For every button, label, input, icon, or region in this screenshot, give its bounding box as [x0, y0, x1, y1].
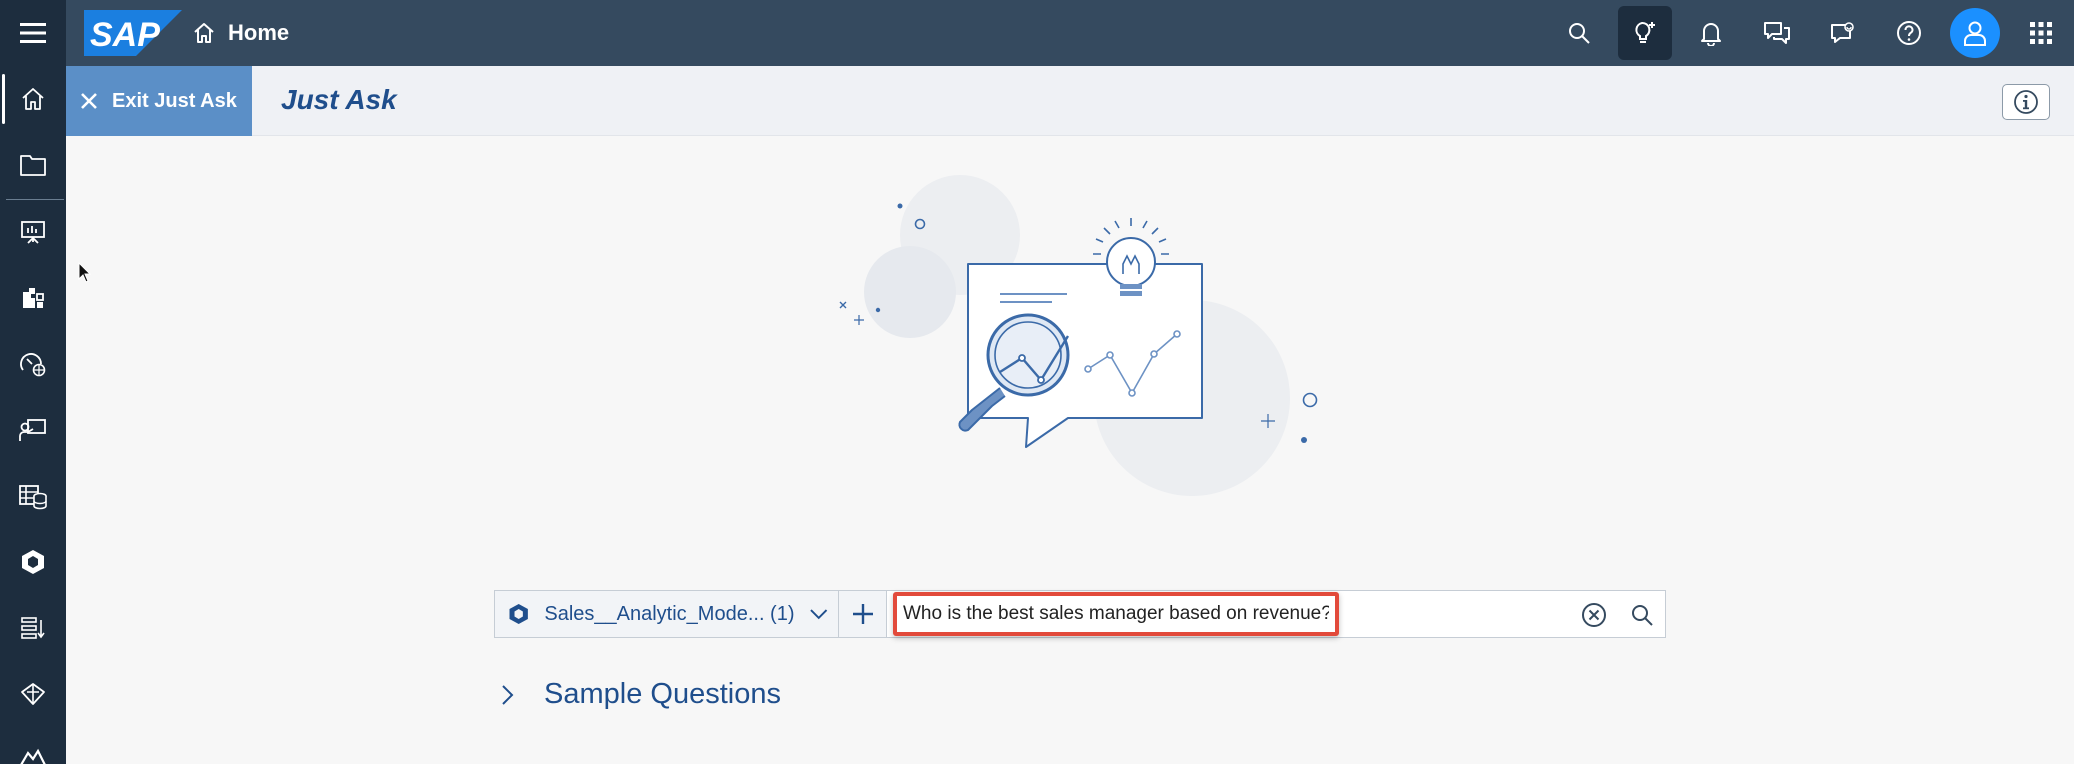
exit-just-ask-label: Exit Just Ask — [112, 89, 237, 112]
notifications-button[interactable] — [1678, 0, 1744, 66]
help-button[interactable] — [1876, 0, 1942, 66]
submit-search-button[interactable] — [1629, 602, 1655, 628]
gauge-globe-icon — [20, 353, 46, 377]
nav-stories[interactable] — [0, 199, 66, 265]
just-ask-button[interactable] — [1618, 6, 1672, 60]
nav-connections[interactable] — [0, 661, 66, 727]
search-button[interactable] — [1546, 0, 1612, 66]
analytic-app-icon — [23, 288, 44, 308]
feedback-button[interactable] — [1810, 0, 1876, 66]
home-link[interactable]: Home — [192, 18, 289, 48]
nav-files[interactable] — [0, 132, 66, 198]
just-ask-icon — [1635, 22, 1655, 43]
model-select[interactable]: Sales__Analytic_Mode... (1) — [495, 591, 839, 637]
question-input[interactable] — [893, 592, 1339, 636]
feedback-icon — [1831, 22, 1854, 43]
add-model-button[interactable] — [839, 591, 887, 637]
menu-icon — [20, 23, 46, 43]
chevron-right-icon — [502, 684, 514, 705]
stories-icon — [21, 221, 45, 244]
chevron-down-icon — [809, 609, 827, 620]
sample-questions-label: Sample Questions — [544, 678, 781, 710]
info-icon — [2014, 90, 2038, 114]
nav-analytic-applications[interactable] — [0, 265, 66, 331]
discussions-button[interactable] — [1744, 0, 1810, 66]
planning-icon — [19, 419, 46, 441]
sap-logo[interactable]: SAP — [84, 10, 182, 56]
just-ask-search-bar: Sales__Analytic_Mode... (1) — [494, 590, 1666, 638]
bell-icon — [1701, 23, 1721, 46]
clear-icon — [1582, 603, 1606, 627]
connections-icon — [21, 683, 45, 705]
nav-planning[interactable] — [0, 397, 66, 463]
cube-icon — [22, 550, 44, 574]
nav-data-actions[interactable] — [0, 595, 66, 661]
nav-modeler[interactable] — [0, 463, 66, 529]
help-icon — [1897, 21, 1921, 45]
exit-just-ask-button[interactable]: Exit Just Ask — [66, 66, 252, 136]
home-icon — [22, 88, 44, 110]
nav-more[interactable] — [0, 727, 66, 764]
mountain-icon — [20, 748, 46, 764]
clear-button[interactable] — [1581, 602, 1607, 628]
list-sort-icon — [21, 617, 45, 639]
product-switch-button[interactable] — [2008, 0, 2074, 66]
close-icon — [81, 93, 97, 109]
side-navigation — [0, 66, 66, 764]
shell-bar: SAP Home — [0, 0, 2074, 66]
cube-icon — [509, 603, 528, 625]
discussion-icon — [1764, 22, 1790, 44]
hamburger-menu-button[interactable] — [0, 0, 66, 66]
logo-text: SAP — [90, 16, 160, 54]
search-icon — [1632, 605, 1653, 626]
search-icon — [1569, 23, 1590, 44]
home-icon — [194, 23, 214, 43]
nav-home[interactable] — [0, 66, 66, 132]
nav-digital-boardroom[interactable] — [0, 331, 66, 397]
plus-icon — [852, 604, 873, 624]
page-title: Just Ask — [281, 84, 397, 115]
sample-questions-toggle[interactable]: Sample Questions — [500, 678, 781, 711]
avatar — [1950, 8, 2000, 58]
mouse-cursor-icon — [78, 262, 92, 283]
table-database-icon — [19, 485, 47, 510]
home-label: Home — [228, 20, 290, 45]
product-switch-icon — [2030, 22, 2052, 44]
model-select-label: Sales__Analytic_Mode... (1) — [544, 602, 795, 625]
nav-data-analyzer[interactable] — [0, 529, 66, 595]
info-button[interactable] — [2002, 84, 2050, 120]
folder-icon — [20, 155, 46, 176]
user-menu-button[interactable] — [1942, 0, 2008, 66]
user-icon — [1964, 21, 1986, 46]
query-field-wrapper — [887, 591, 1665, 637]
sub-header: Exit Just Ask Just Ask — [66, 66, 2074, 136]
just-ask-illustration — [839, 175, 1318, 496]
